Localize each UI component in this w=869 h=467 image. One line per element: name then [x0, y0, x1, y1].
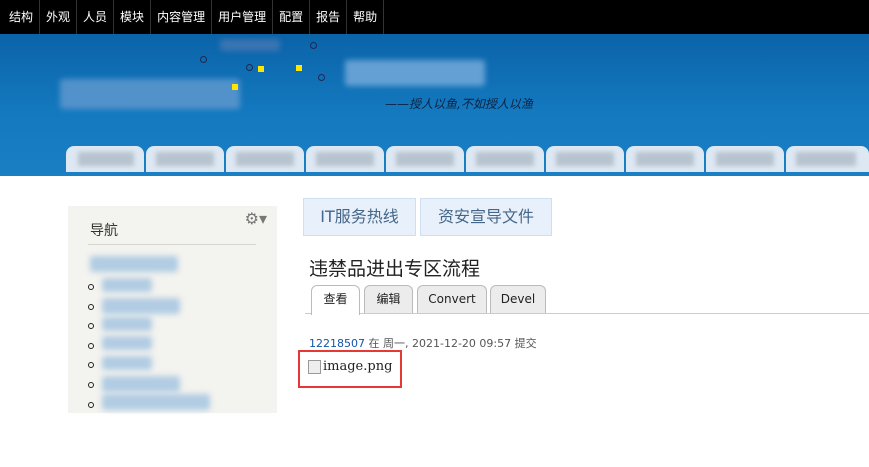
logo-dot: [296, 65, 302, 71]
tab-convert[interactable]: Convert: [417, 285, 487, 313]
nav-link[interactable]: [102, 336, 152, 350]
broken-image: image.png: [308, 359, 392, 374]
logo-dot: [200, 56, 207, 63]
nav-link[interactable]: [102, 298, 180, 314]
bullet-icon: [88, 402, 94, 408]
logo-dot: [232, 84, 238, 90]
gear-icon[interactable]: ⚙▾: [245, 209, 267, 228]
logo-dot: [246, 64, 253, 71]
bullet-icon: [88, 284, 94, 290]
it-hotline-button[interactable]: IT服务热线: [303, 198, 416, 236]
submitted-info: 12218507 在 周一, 2021-12-20 09:57 提交: [309, 335, 537, 351]
admin-menu-users[interactable]: 用户管理: [212, 0, 274, 34]
logo-dot: [310, 42, 317, 49]
site-header: ——授人以鱼,不如授人以渔: [0, 34, 869, 176]
main-menu-item[interactable]: [546, 146, 624, 172]
bullet-icon: [88, 343, 94, 349]
nav-link[interactable]: [102, 317, 152, 331]
logo-dot: [258, 66, 264, 72]
navigation-block: 导航 ⚙▾: [68, 206, 277, 413]
nav-link[interactable]: [102, 394, 210, 410]
admin-menu-structure[interactable]: 结构: [3, 0, 41, 34]
admin-toolbar: 结构 外观 人员 模块 内容管理 用户管理 配置 报告 帮助: [0, 0, 869, 34]
main-menu-item[interactable]: [226, 146, 304, 172]
main-menu-item[interactable]: [786, 146, 869, 172]
submitted-text: 在 周一, 2021-12-20 09:57 提交: [365, 337, 537, 350]
main-menu-item[interactable]: [66, 146, 144, 172]
main-menu-item[interactable]: [386, 146, 464, 172]
bullet-icon: [88, 362, 94, 368]
logo-decoration: [220, 39, 280, 51]
broken-image-icon: [308, 359, 321, 374]
site-slogan: ——授人以鱼,不如授人以渔: [385, 97, 533, 111]
site-logo[interactable]: [60, 79, 240, 109]
bullet-icon: [88, 323, 94, 329]
page-title: 违禁品进出专区流程: [309, 258, 481, 280]
nav-link[interactable]: [102, 278, 152, 292]
main-menu-item[interactable]: [306, 146, 384, 172]
tab-devel[interactable]: Devel: [490, 285, 546, 313]
tab-divider: [305, 313, 869, 314]
security-docs-button[interactable]: 资安宣导文件: [420, 198, 552, 236]
admin-menu-content[interactable]: 内容管理: [151, 0, 213, 34]
site-name[interactable]: [345, 60, 485, 86]
main-menu-item[interactable]: [706, 146, 784, 172]
main-menu-item[interactable]: [626, 146, 704, 172]
nav-link[interactable]: [102, 376, 180, 392]
admin-menu-help[interactable]: 帮助: [347, 0, 385, 34]
author-link[interactable]: 12218507: [309, 337, 365, 350]
bullet-icon: [88, 382, 94, 388]
logo-dot: [318, 74, 325, 81]
admin-menu-people[interactable]: 人员: [77, 0, 115, 34]
divider: [88, 244, 256, 245]
admin-menu-config[interactable]: 配置: [273, 0, 311, 34]
main-menu-item[interactable]: [466, 146, 544, 172]
nav-link[interactable]: [102, 356, 152, 370]
admin-menu-appearance[interactable]: 外观: [40, 0, 78, 34]
admin-menu: 结构 外观 人员 模块 内容管理 用户管理 配置 报告 帮助: [0, 0, 385, 34]
tab-view[interactable]: 查看: [311, 285, 360, 315]
admin-menu-reports[interactable]: 报告: [310, 0, 348, 34]
nav-link[interactable]: [90, 256, 178, 272]
main-menu-item[interactable]: [146, 146, 224, 172]
image-alt-text: image.png: [323, 359, 393, 374]
tab-edit[interactable]: 编辑: [364, 285, 413, 313]
navigation-title: 导航: [90, 223, 118, 239]
bullet-icon: [88, 304, 94, 310]
main-menu: [66, 142, 869, 176]
admin-menu-modules[interactable]: 模块: [114, 0, 152, 34]
